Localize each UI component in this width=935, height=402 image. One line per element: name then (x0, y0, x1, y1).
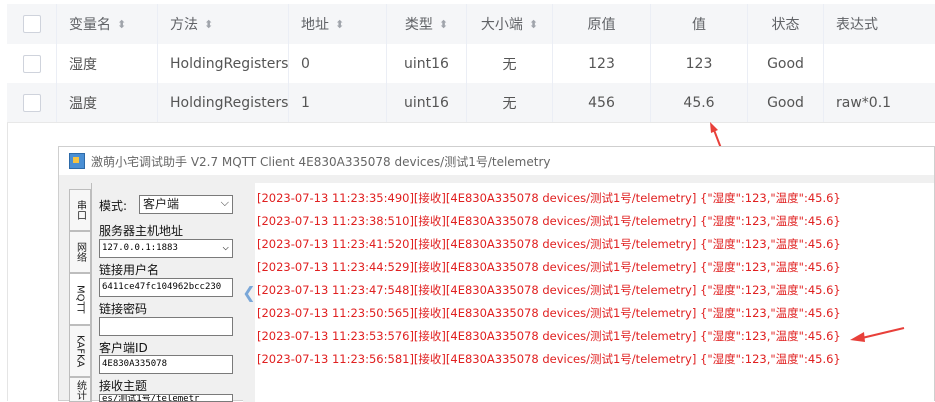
table-row[interactable]: 湿度 HoldingRegisters 0 uint16 无 123 123 G… (7, 44, 935, 84)
window-titlebar[interactable]: 激萌小宅调试助手 V2.7 MQTT Client 4E830A335078 d… (59, 147, 934, 175)
mode-select[interactable]: 客户端 (139, 194, 233, 214)
vertical-tab-strip: 串口 网络 MQTT KAFKA 统计 (69, 183, 92, 402)
client-id-label: 客户端ID (99, 341, 148, 355)
mqtt-client-window: 激萌小宅调试助手 V2.7 MQTT Client 4E830A335078 d… (58, 146, 935, 402)
cell-method: HoldingRegisters (158, 83, 289, 122)
host-label: 服务器主机地址 (99, 224, 184, 238)
header-type[interactable]: 类型 ⬍ (387, 4, 467, 44)
tab-network[interactable]: 网络 (69, 231, 91, 273)
sort-icon[interactable]: ⬍ (439, 18, 448, 31)
window-title: 激萌小宅调试助手 V2.7 MQTT Client 4E830A335078 d… (91, 154, 551, 169)
cell-value: 45.6 (651, 83, 748, 122)
cell-expression: raw*0.1 (836, 94, 892, 111)
log-line: [2023-07-13 11:23:38:510][接收][4E830A3350… (257, 214, 841, 228)
cell-status: Good (748, 83, 824, 122)
row-checkbox[interactable] (22, 54, 41, 73)
sort-icon[interactable]: ⬍ (335, 18, 344, 31)
cell-value: 123 (651, 44, 748, 83)
header-raw: 原值 (553, 4, 651, 44)
cell-raw: 456 (553, 83, 651, 122)
tab-mqtt[interactable]: MQTT (69, 273, 91, 325)
log-line: [2023-07-13 11:23:41:520][接收][4E830A3350… (257, 237, 841, 251)
header-value: 值 (651, 4, 748, 44)
header-method[interactable]: 方法 ⬍ (158, 4, 289, 44)
client-id-input[interactable]: 4E830A335078 (99, 355, 233, 374)
log-line: [2023-07-13 11:23:47:548][接收][4E830A3350… (257, 283, 841, 297)
variables-table: 变量名 ⬍ 方法 ⬍ 地址 ⬍ 类型 ⬍ 大小端 ⬍ 原值 值 状态 表达式 湿度 Hol… (7, 0, 935, 123)
tab-serial[interactable]: 串口 (69, 189, 91, 231)
log-line: [2023-07-13 11:23:35:490][接收][4E830A3350… (257, 191, 841, 205)
cell-endian: 无 (467, 83, 553, 122)
header-endian[interactable]: 大小端 ⬍ (467, 4, 553, 44)
select-all-checkbox[interactable] (22, 15, 41, 33)
header-name[interactable]: 变量名 ⬍ (57, 4, 158, 44)
cell-type: uint16 (387, 83, 467, 122)
password-label: 链接密码 (99, 302, 148, 316)
connection-settings-panel: 模式: 客户端 服务器主机地址 127.0.0.1:1883 链接用户名 641… (93, 191, 237, 402)
cell-method: HoldingRegisters (158, 44, 289, 83)
select-all-cell[interactable] (7, 4, 57, 44)
log-line: [2023-07-13 11:23:44:529][接收][4E830A3350… (257, 260, 841, 274)
panel-splitter[interactable]: ❮ (242, 183, 256, 402)
cell-expression (824, 44, 935, 83)
username-label: 链接用户名 (99, 263, 160, 277)
row-checkbox-cell[interactable] (7, 83, 57, 122)
header-expression: 表达式 (836, 17, 878, 33)
cell-endian: 无 (467, 44, 553, 83)
log-line: [2023-07-13 11:23:50:565][接收][4E830A3350… (257, 306, 841, 320)
left-edge (0, 122, 8, 401)
sort-icon[interactable]: ⬍ (204, 18, 213, 31)
cell-name: 温度 (57, 83, 158, 122)
cell-type: uint16 (387, 44, 467, 83)
row-checkbox[interactable] (22, 93, 41, 112)
cell-status: Good (748, 44, 824, 83)
table-row[interactable]: 温度 HoldingRegisters 1 uint16 无 456 45.6 … (7, 83, 935, 123)
cell-name: 湿度 (57, 44, 158, 83)
log-line: [2023-07-13 11:23:56:581][接收][4E830A3350… (257, 352, 841, 366)
tab-stats[interactable]: 统计 (69, 377, 91, 402)
table-header-row: 变量名 ⬍ 方法 ⬍ 地址 ⬍ 类型 ⬍ 大小端 ⬍ 原值 值 状态 表达式 (7, 4, 935, 45)
sort-icon[interactable]: ⬍ (117, 18, 126, 31)
host-select[interactable]: 127.0.0.1:1883 (99, 239, 233, 258)
mode-label: 模式: (99, 199, 128, 213)
topic-label: 接收主题 (99, 379, 148, 393)
header-status: 状态 (748, 4, 824, 44)
cell-raw: 123 (553, 44, 651, 83)
cell-address: 0 (289, 44, 387, 83)
annotation-arrow-left-icon (850, 327, 905, 342)
collapse-chevron-icon[interactable]: ❮ (242, 283, 255, 302)
username-input[interactable]: 6411ce47fc104962bcc230 (99, 278, 233, 297)
row-checkbox-cell[interactable] (7, 44, 57, 83)
tab-kafka[interactable]: KAFKA (69, 325, 91, 377)
log-line: [2023-07-13 11:23:53:576][接收][4E830A3350… (257, 329, 841, 343)
receive-log[interactable]: [2023-07-13 11:23:35:490][接收][4E830A3350… (255, 183, 934, 402)
sort-icon[interactable]: ⬍ (529, 18, 538, 31)
app-icon (69, 153, 85, 169)
cell-address: 1 (289, 83, 387, 122)
password-input[interactable] (99, 317, 233, 336)
header-address[interactable]: 地址 ⬍ (289, 4, 387, 44)
